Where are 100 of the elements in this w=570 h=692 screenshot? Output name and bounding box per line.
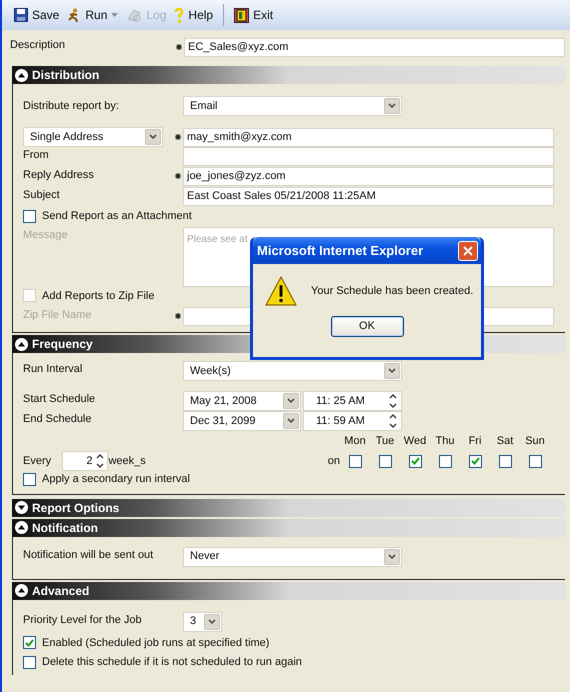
- field-label: Start Schedule: [23, 393, 96, 405]
- section-title: Distribution: [32, 67, 100, 84]
- checkbox-label: Add Reports to Zip File: [42, 288, 154, 304]
- field-label: Every: [23, 454, 52, 469]
- chevron-down-icon: [388, 368, 396, 374]
- select-field[interactable]: Week(s): [183, 361, 402, 381]
- dropdown-button[interactable]: [283, 413, 299, 429]
- select-field[interactable]: 3: [183, 612, 222, 632]
- field-label: Zip File Name: [23, 309, 92, 321]
- toolbar-button[interactable]: Help: [170, 6, 218, 24]
- select-field[interactable]: Never: [183, 546, 402, 566]
- dropdown-button[interactable]: [283, 393, 299, 409]
- section-header[interactable]: Distribution: [12, 66, 565, 84]
- dialog-title: Microsoft Internet Explorer: [257, 242, 424, 260]
- select-value: Never: [190, 549, 220, 564]
- field-label: From: [23, 149, 49, 161]
- close-icon: [463, 246, 473, 256]
- collapse-icon[interactable]: [15, 521, 28, 534]
- chevron-down-icon: [287, 418, 295, 424]
- collapse-icon[interactable]: [15, 584, 28, 597]
- field-label: Reply Address: [23, 169, 94, 181]
- checkbox[interactable]: [348, 454, 362, 468]
- field-label: Priority Level for the Job: [23, 614, 142, 626]
- dropdown-button[interactable]: [384, 548, 400, 564]
- dropdown-button[interactable]: [145, 129, 161, 145]
- collapse-icon[interactable]: [15, 68, 28, 82]
- check-icon: [25, 638, 34, 647]
- ok-button[interactable]: OK: [330, 316, 404, 337]
- checkbox-label: Delete this schedule if it is not scheduled to run again: [42, 655, 302, 670]
- day-label: Sat: [496, 434, 514, 449]
- checkbox-label: Send Report as an Attachment: [42, 209, 192, 224]
- text-field[interactable]: joe_jones@zyz.com: [183, 167, 554, 186]
- day-label: Tue: [376, 434, 394, 449]
- collapse-icon[interactable]: [15, 338, 28, 350]
- chevron-down-icon: [287, 398, 295, 404]
- dropdown-button[interactable]: [384, 98, 400, 114]
- date-field[interactable]: Dec 31, 2099: [183, 411, 301, 431]
- checkbox[interactable]: [23, 636, 36, 650]
- select-value: 3: [190, 614, 196, 630]
- day-label: Wed: [404, 434, 426, 449]
- section-title: Advanced: [32, 582, 90, 600]
- spin-buttons[interactable]: [94, 453, 106, 469]
- section-header[interactable]: Advanced: [12, 582, 565, 600]
- check-icon: [470, 457, 480, 465]
- checkbox[interactable]: [498, 454, 512, 468]
- time-field[interactable]: 11: 59 AM: [303, 411, 402, 431]
- text-field[interactable]: [183, 147, 554, 166]
- dropdown-button[interactable]: [384, 363, 400, 379]
- checkbox[interactable]: [23, 210, 36, 223]
- select-value: Week(s): [190, 364, 231, 379]
- checkbox[interactable]: [528, 454, 542, 468]
- spin-buttons[interactable]: [387, 413, 399, 429]
- checkbox[interactable]: [23, 656, 36, 669]
- time-field[interactable]: 11: 25 AM: [303, 391, 402, 411]
- field-label: Notification will be sent out: [23, 548, 154, 560]
- date-field[interactable]: May 21, 2008: [183, 391, 301, 411]
- day-label: Thu: [436, 434, 454, 449]
- select-field[interactable]: Single Address: [23, 127, 163, 147]
- field-label: on: [328, 454, 340, 469]
- chevron-down-icon: [389, 423, 397, 429]
- section-title: Report Options: [32, 500, 120, 516]
- expand-icon[interactable]: [15, 501, 28, 514]
- check-icon: [410, 457, 420, 465]
- unit-label: week_s: [108, 454, 146, 469]
- checkbox[interactable]: [23, 472, 36, 486]
- spin-buttons[interactable]: [387, 393, 399, 409]
- chevron-up-icon: [389, 413, 397, 419]
- close-button[interactable]: [458, 240, 478, 260]
- text-field[interactable]: EC_Sales@xyz.com: [184, 38, 565, 56]
- message-text: Please see at: [187, 234, 248, 244]
- section-header[interactable]: Notification: [12, 518, 565, 536]
- toolbar-button[interactable]: Run: [63, 6, 112, 24]
- select-field[interactable]: Email: [183, 96, 402, 116]
- chevron-up-icon: [96, 453, 104, 459]
- dropdown-button[interactable]: [204, 614, 220, 630]
- text-field[interactable]: East Coast Sales 05/21/2008 11:25AM: [183, 187, 554, 206]
- warning-icon: [265, 276, 297, 306]
- select-value: Single Address: [30, 130, 104, 145]
- section-header[interactable]: Report Options: [12, 498, 565, 516]
- field-label: Distribute report by:: [23, 100, 119, 112]
- day-label: Fri: [468, 434, 482, 449]
- field-label: Run Interval: [23, 363, 82, 375]
- field-label: Description: [10, 39, 66, 51]
- chevron-down-icon: [388, 103, 396, 109]
- checkbox[interactable]: [378, 454, 392, 468]
- toolbar-button[interactable]: Save: [10, 6, 64, 24]
- checkbox[interactable]: [468, 454, 482, 468]
- section-title: Notification: [32, 520, 98, 536]
- chevron-down-icon: [388, 554, 396, 560]
- field-label: End Schedule: [23, 413, 92, 425]
- text-field[interactable]: may_smith@xyz.com: [183, 128, 554, 146]
- log-icon: [126, 7, 142, 23]
- chevron-down-icon: [389, 403, 397, 409]
- day-label: Mon: [344, 434, 366, 449]
- number-field[interactable]: 2: [62, 451, 108, 471]
- checkbox[interactable]: [438, 454, 452, 468]
- checkbox[interactable]: [408, 454, 422, 468]
- section-title: Frequency: [32, 336, 93, 353]
- toolbar-button[interactable]: Exit: [230, 6, 278, 24]
- question-mark-icon: [174, 8, 184, 22]
